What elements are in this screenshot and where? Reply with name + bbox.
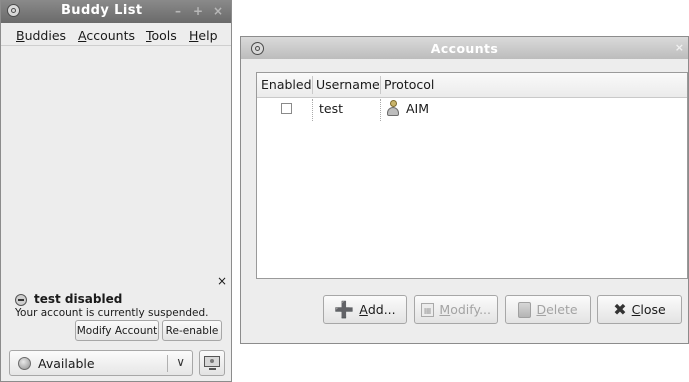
buddy-list-window: Buddy List – + × Buddies Accounts Tools … — [0, 0, 232, 382]
close-window-icon[interactable]: × — [675, 41, 684, 54]
column-header-username[interactable]: Username — [316, 77, 380, 92]
status-divider — [167, 355, 168, 372]
status-label: Available — [38, 356, 95, 371]
minimize-icon[interactable]: – — [171, 4, 185, 18]
chevron-down-icon — [176, 355, 185, 369]
menu-tools[interactable]: Tools — [146, 28, 177, 43]
notice-message: Your account is currently suspended. — [15, 307, 209, 319]
menu-accounts[interactable]: Accounts — [78, 28, 135, 43]
add-icon: ➕ — [334, 299, 355, 319]
available-status-icon — [18, 357, 31, 370]
notice-title: test disabled — [34, 292, 123, 306]
buddy-list-title: Buddy List — [61, 3, 143, 18]
close-button[interactable]: ✖ Close — [597, 295, 682, 324]
buddy-list-titlebar[interactable]: Buddy List – + × — [1, 0, 231, 23]
maximize-icon[interactable]: + — [191, 4, 205, 18]
accounts-window: Accounts × Enabled Username Protocol tes… — [240, 36, 689, 344]
account-error-notice: × test disabled Your account is currentl… — [1, 274, 231, 345]
add-account-button[interactable]: ➕ Add... — [323, 295, 407, 324]
status-message-button[interactable] — [199, 350, 225, 376]
aim-buddy-icon — [385, 99, 401, 117]
computer-icon — [204, 356, 220, 367]
pidgin-app-icon — [7, 4, 20, 17]
close-icon: ✖ — [613, 299, 627, 319]
table-row[interactable]: test AIM — [257, 97, 687, 123]
enabled-checkbox[interactable] — [281, 103, 292, 114]
delete-account-button[interactable]: Delete — [505, 295, 591, 324]
menu-buddies[interactable]: Buddies — [16, 28, 66, 43]
protocol-cell: AIM — [406, 101, 430, 116]
account-disabled-icon — [15, 294, 27, 306]
accounts-table: Enabled Username Protocol test AIM — [256, 72, 688, 279]
trash-icon — [518, 301, 532, 318]
column-divider — [312, 76, 313, 94]
buddy-list-tree[interactable] — [1, 46, 231, 274]
table-header: Enabled Username Protocol — [257, 73, 687, 98]
close-window-icon[interactable]: × — [211, 4, 225, 18]
menu-help[interactable]: Help — [189, 28, 218, 43]
column-divider — [312, 99, 313, 121]
column-divider — [380, 99, 381, 121]
status-selector[interactable]: Available — [9, 350, 193, 376]
modify-account-button[interactable]: Modify Account — [75, 320, 159, 341]
accounts-titlebar[interactable]: Accounts × — [241, 37, 688, 59]
modify-icon: ▦ — [421, 302, 435, 317]
computer-stand-icon — [209, 368, 216, 370]
column-divider — [380, 76, 381, 94]
dismiss-notice-icon[interactable]: × — [217, 274, 227, 288]
column-header-enabled[interactable]: Enabled — [261, 77, 312, 92]
status-bar: Available — [1, 345, 231, 382]
accounts-title: Accounts — [430, 41, 499, 56]
column-header-protocol[interactable]: Protocol — [384, 77, 434, 92]
modify-account-button[interactable]: ▦ Modify... — [414, 295, 498, 324]
username-cell: test — [319, 101, 344, 116]
re-enable-button[interactable]: Re-enable — [162, 320, 222, 341]
menubar: Buddies Accounts Tools Help — [1, 24, 231, 46]
